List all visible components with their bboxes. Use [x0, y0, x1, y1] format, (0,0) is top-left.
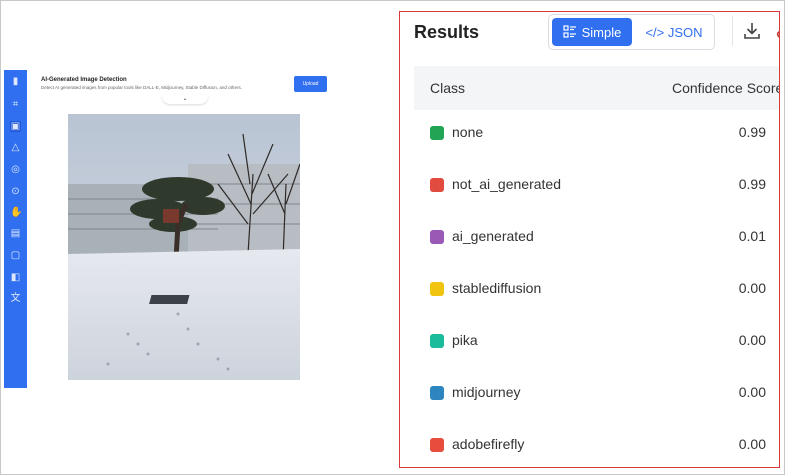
class-label: ai_generated	[452, 228, 534, 244]
preview-upload-button: Upload	[294, 76, 327, 92]
logo-icon: ▮	[12, 76, 19, 87]
results-table-header: Class Confidence Score	[414, 66, 780, 110]
class-color-swatch	[430, 334, 444, 348]
table-row: midjourney 0.00	[414, 372, 774, 424]
target-icon: ◎	[11, 164, 20, 175]
preview-title: AI-Generated Image Detection	[41, 77, 127, 83]
preview-sidebar: ▮ ⌗ ▣ △ ◎ ⊙ ✋ ▤ ▢ ◧ 文	[4, 70, 27, 388]
shapes-icon: △	[11, 142, 20, 153]
confidence-score: 0.99	[738, 124, 766, 140]
class-label: adobefirefly	[452, 436, 525, 452]
translate-icon: 文	[10, 293, 21, 304]
confidence-score: 0.99	[738, 176, 766, 192]
table-row: ai_generated 0.01	[414, 216, 774, 268]
results-title: Results	[414, 22, 480, 42]
class-color-swatch	[430, 178, 444, 192]
search-icon: ⊙	[11, 186, 20, 197]
confidence-score: 0.00	[738, 384, 766, 400]
results-panel: Results Simple </> JSON Class Confidence…	[399, 11, 780, 468]
download-icon	[744, 23, 760, 39]
column-header-class: Class	[430, 80, 466, 96]
download-button[interactable]	[741, 20, 763, 42]
id-card-icon: ▤	[10, 228, 21, 239]
class-color-swatch	[430, 230, 444, 244]
hand-icon: ✋	[10, 207, 23, 218]
scan-icon: ⌗	[12, 99, 19, 110]
class-color-swatch	[430, 438, 444, 452]
table-row: pika 0.00	[414, 320, 774, 372]
class-label: none	[452, 124, 484, 140]
copy-link-button[interactable]	[772, 20, 779, 42]
class-label: stablediffusion	[452, 280, 542, 296]
class-label: not_ai_generated	[452, 176, 561, 192]
table-row: stablediffusion 0.00	[414, 268, 774, 320]
document-icon: ▢	[10, 250, 21, 261]
image-icon: ▣	[10, 121, 21, 132]
json-view-button[interactable]: </> JSON	[638, 18, 710, 46]
preview-subtitle: Detect AI generated images from popular …	[41, 85, 242, 90]
list-icon	[563, 25, 576, 38]
class-label: midjourney	[452, 384, 521, 400]
chat-icon: ◧	[10, 272, 21, 283]
simple-view-button[interactable]: Simple	[552, 18, 632, 46]
table-row: none 0.99	[414, 112, 774, 164]
table-row: adobefirefly 0.00	[414, 424, 774, 467]
simple-view-label: Simple	[581, 24, 622, 40]
confidence-score: 0.01	[738, 228, 766, 244]
app-preview-thumbnail: ▮ ⌗ ▣ △ ◎ ⊙ ✋ ▤ ▢ ◧ 文 AI-Generated Image…	[4, 70, 340, 388]
confidence-score: 0.00	[738, 436, 766, 452]
class-color-swatch	[430, 282, 444, 296]
class-color-swatch	[430, 126, 444, 140]
preview-main: AI-Generated Image Detection Detect AI g…	[27, 70, 340, 388]
json-view-label: </> JSON	[645, 24, 703, 40]
confidence-score: 0.00	[738, 332, 766, 348]
view-toggle: Simple </> JSON	[548, 14, 715, 50]
window-frame: ▮ ⌗ ▣ △ ◎ ⊙ ✋ ▤ ▢ ◧ 文 AI-Generated Image…	[0, 0, 785, 475]
analyzed-photo	[68, 114, 300, 380]
chevron-down-icon: ⌄	[162, 95, 208, 104]
class-color-swatch	[430, 386, 444, 400]
toolbar-divider	[732, 16, 733, 46]
class-label: pika	[452, 332, 478, 348]
column-header-score: Confidence Score	[672, 80, 780, 96]
confidence-score: 0.00	[738, 280, 766, 296]
table-row: not_ai_generated 0.99	[414, 164, 774, 216]
link-icon	[776, 30, 779, 38]
